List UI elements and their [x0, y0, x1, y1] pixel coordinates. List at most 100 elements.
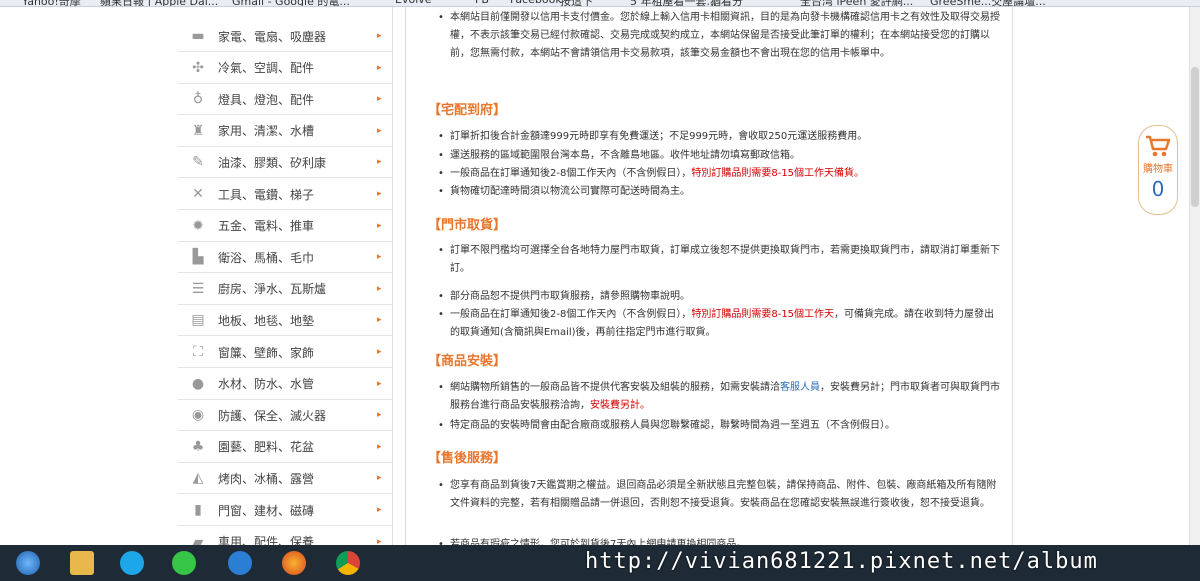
brush-icon: ✎	[192, 154, 204, 171]
scrollbar-thumb[interactable]	[1191, 67, 1199, 207]
sidebar-category-label: 門窗、建材、磁磚	[218, 503, 315, 518]
chevron-right-icon: ▸	[377, 220, 382, 231]
watermark: http://vivian681221.pixnet.net/album	[585, 549, 1098, 574]
car-icon: ▰	[192, 533, 204, 545]
bookmark-item[interactable]: Gmail - Google 的電...	[232, 0, 350, 6]
section-title: 【商品安裝】	[428, 354, 507, 369]
sidebar-category-label: 五金、電料、推車	[218, 219, 315, 234]
bullet-text: 特定商品的安裝時間會由配合廠商或服務人員與您聯繫確認，聯繫時間為週一至週五（不含…	[450, 420, 895, 431]
bookmark-item[interactable]: Facebook	[510, 0, 562, 6]
spray-icon: ♜	[191, 122, 205, 139]
chevron-right-icon: ▸	[377, 252, 382, 263]
chevron-right-icon: ▸	[377, 315, 382, 326]
cart-icon	[1139, 134, 1177, 158]
customer-service-link[interactable]: 客服人員	[780, 382, 820, 393]
chrome-icon[interactable]	[326, 549, 370, 577]
section-bullet: 貨物確切配達時間須以物流公司實際可配送時間為主。	[438, 183, 1000, 201]
bookmark-item[interactable]: 蘋果日報 | Apple Dai...	[100, 0, 218, 6]
cart-count: 0	[1151, 177, 1165, 201]
chevron-right-icon: ▸	[377, 31, 382, 41]
bookmark-item[interactable]: Yahoo!奇摩	[22, 0, 81, 6]
section-bullet: 特定商品的安裝時間會由配合廠商或服務人員與您聯繫確認，聯繫時間為週一至週五（不含…	[438, 417, 1000, 435]
section-bullet: 訂單不限門檻均可選擇全台各地特力屋門市取貨，訂單成立後恕不提供更換取貨門市，若需…	[438, 242, 1000, 278]
sidebar-category-item[interactable]: ● 水材、防水、水管 ▸	[178, 369, 392, 400]
bookmark-item[interactable]: 全台湾 iPeen 愛評網...	[800, 0, 913, 6]
grill-icon: ◭	[192, 470, 204, 487]
bullet-text: 一般商品在訂單通知後2-8個工作天內（不含例假日），	[450, 309, 692, 320]
sidebar-category-label: 工具、電鑽、梯子	[218, 187, 315, 202]
chevron-right-icon: ▸	[377, 347, 382, 357]
file-explorer-icon[interactable]	[60, 549, 104, 577]
sidebar-category-item[interactable]: ▰ 車用、配件、保養 ▸	[178, 527, 392, 545]
sidebar-category-label: 家電、電扇、吸塵器	[218, 29, 327, 44]
highlight-text: 安裝費另計。	[590, 400, 650, 411]
sidebar-category-label: 烤肉、冰桶、露營	[218, 471, 315, 486]
bookmark-item[interactable]: 5 年租屋看一套...	[630, 0, 717, 6]
door-icon: ▮	[194, 502, 202, 518]
sidebar-category-item[interactable]: ✣ 冷氣、空調、配件 ▸	[178, 53, 392, 84]
sidebar-category-item[interactable]: ✕ 工具、電鑽、梯子 ▸	[178, 179, 392, 210]
line-icon[interactable]	[162, 549, 206, 577]
section-title: 【宅配到府】	[428, 103, 507, 118]
firefox-icon[interactable]	[272, 549, 316, 577]
sidebar-category-label: 廚房、淨水、瓦斯爐	[218, 282, 327, 297]
bookmark-item[interactable]: 按這下	[560, 0, 593, 6]
internet-explorer-icon[interactable]	[218, 549, 262, 577]
sidebar-category-item[interactable]: ▬ 家電、電扇、吸塵器 ▸	[178, 21, 392, 52]
bulb-icon: ♁	[192, 91, 204, 108]
sidebar-category-item[interactable]: ▤ 地板、地毯、地墊 ▸	[178, 305, 392, 337]
section-bullet: 訂單折扣後合計金額達999元時即享有免費運送；不足999元時，會收取250元運送…	[438, 128, 1000, 146]
chevron-right-icon: ▸	[377, 410, 382, 421]
bookmark-item[interactable]: 猶看分	[710, 0, 743, 6]
sidebar-category-label: 油漆、膠類、矽利康	[218, 155, 327, 170]
section-bullet: 網站購物所銷售的一般商品皆不提供代客安裝及組裝的服務，如需安裝請洽客服人員，安裝…	[438, 379, 1000, 415]
category-sidebar: ▬ 家電、電扇、吸塵器 ▸ ✣ 冷氣、空調、配件 ▸ ♁ 燈具、燈泡、配件 ▸ ♜ 家用、清潔、水槽…	[178, 7, 393, 545]
sidebar-category-item[interactable]: ✹ 五金、電料、推車 ▸	[178, 211, 392, 242]
section-title: 【售後服務】	[428, 451, 507, 466]
sidebar-category-label: 衛浴、馬桶、毛巾	[218, 250, 315, 265]
bookmark-item[interactable]: GreeSme...交屋論壇...	[930, 0, 1046, 6]
sidebar-category-item[interactable]: ◭ 烤肉、冰桶、露營 ▸	[178, 463, 392, 495]
chevron-right-icon: ▸	[377, 536, 382, 545]
bullet-text: 訂單不限門檻均可選擇全台各地特力屋門市取貨，訂單成立後恕不提供更換取貨門市，若需…	[450, 245, 1000, 274]
bullet-text: 部分商品恕不提供門市取貨服務，請參照購物車說明。	[450, 291, 690, 302]
payment-notice: 本網站目前僅開發以信用卡支付價金。您於線上輸入信用卡相關資訊，目的是為向發卡機構…	[438, 9, 1000, 63]
sidebar-category-item[interactable]: ▮ 門窗、建材、磁磚 ▸	[178, 495, 392, 526]
sidebar-category-item[interactable]: ♜ 家用、清潔、水槽 ▸	[178, 116, 392, 147]
bookmark-item[interactable]: FB	[475, 0, 489, 6]
highlight-text: 特別訂購品則需要8-15個工作天	[691, 309, 835, 320]
chevron-right-icon: ▸	[377, 94, 382, 105]
page-scrollbar[interactable]	[1189, 7, 1200, 545]
sidebar-category-item[interactable]: ♁ 燈具、燈泡、配件 ▸	[178, 84, 392, 116]
section-bullet: 部分商品恕不提供門市取貨服務，請參照購物車說明。	[438, 288, 1000, 306]
fan-icon: ✣	[192, 59, 204, 76]
sidebar-category-label: 窗簾、壁飾、家飾	[218, 345, 315, 360]
sidebar-category-item[interactable]: ⛶ 窗簾、壁飾、家飾 ▸	[178, 337, 392, 368]
sidebar-category-item[interactable]: ✎ 油漆、膠類、矽利康 ▸	[178, 147, 392, 179]
chevron-right-icon: ▸	[377, 62, 382, 73]
section-bullet: 一般商品在訂單通知後2-8個工作天內（不含例假日），特別訂購品則需要8-15個工…	[438, 165, 1000, 183]
shopping-info-panel: 本網站目前僅開發以信用卡支付價金。您於線上輸入信用卡相關資訊，目的是為向發卡機構…	[405, 7, 1013, 545]
chevron-right-icon: ▸	[377, 125, 382, 136]
sidebar-category-label: 地板、地毯、地墊	[218, 313, 315, 328]
bookmark-item[interactable]: Evolve	[395, 0, 432, 6]
bookmarks-bar: Yahoo!奇摩 蘋果日報 | Apple Dai... Gmail - Googl…	[0, 0, 1200, 7]
sidebar-category-label: 防護、保全、滅火器	[218, 408, 327, 423]
sidebar-category-item[interactable]: ♣ 園藝、肥料、花盆 ▸	[178, 432, 392, 463]
section-bullet: 運送服務的區域範圍限台灣本島，不含離島地區。收件地址請勿填寫郵政信箱。	[438, 147, 1000, 165]
eye-icon: ◉	[191, 407, 205, 424]
sidebar-category-item[interactable]: ☰ 廚房、淨水、瓦斯爐 ▸	[178, 274, 392, 305]
bullet-text: 運送服務的區域範圍限台灣本島，不含離島地區。收件地址請勿填寫郵政信箱。	[450, 150, 800, 161]
skype-icon[interactable]	[110, 549, 154, 577]
start-orb-icon[interactable]	[6, 549, 50, 577]
water-drop-icon: ●	[191, 375, 205, 392]
wrench-icon: ✕	[192, 186, 204, 202]
section-bullet: 您享有商品到貨後7天鑑賞期之權益。退回商品必須是全新狀態且完整包裝，請保持商品、…	[438, 477, 1000, 513]
bullet-text: 貨物確切配達時間須以物流公司實際可配送時間為主。	[450, 186, 690, 197]
chevron-right-icon: ▸	[377, 441, 382, 452]
appliance-icon: ▬	[191, 28, 205, 44]
sidebar-category-label: 冷氣、空調、配件	[218, 61, 315, 76]
sidebar-category-item[interactable]: ◉ 防護、保全、滅火器 ▸	[178, 400, 392, 432]
sidebar-category-item[interactable]: ▙ 衛浴、馬桶、毛巾 ▸	[178, 242, 392, 274]
cart-widget[interactable]: 購物車 0	[1138, 125, 1178, 215]
